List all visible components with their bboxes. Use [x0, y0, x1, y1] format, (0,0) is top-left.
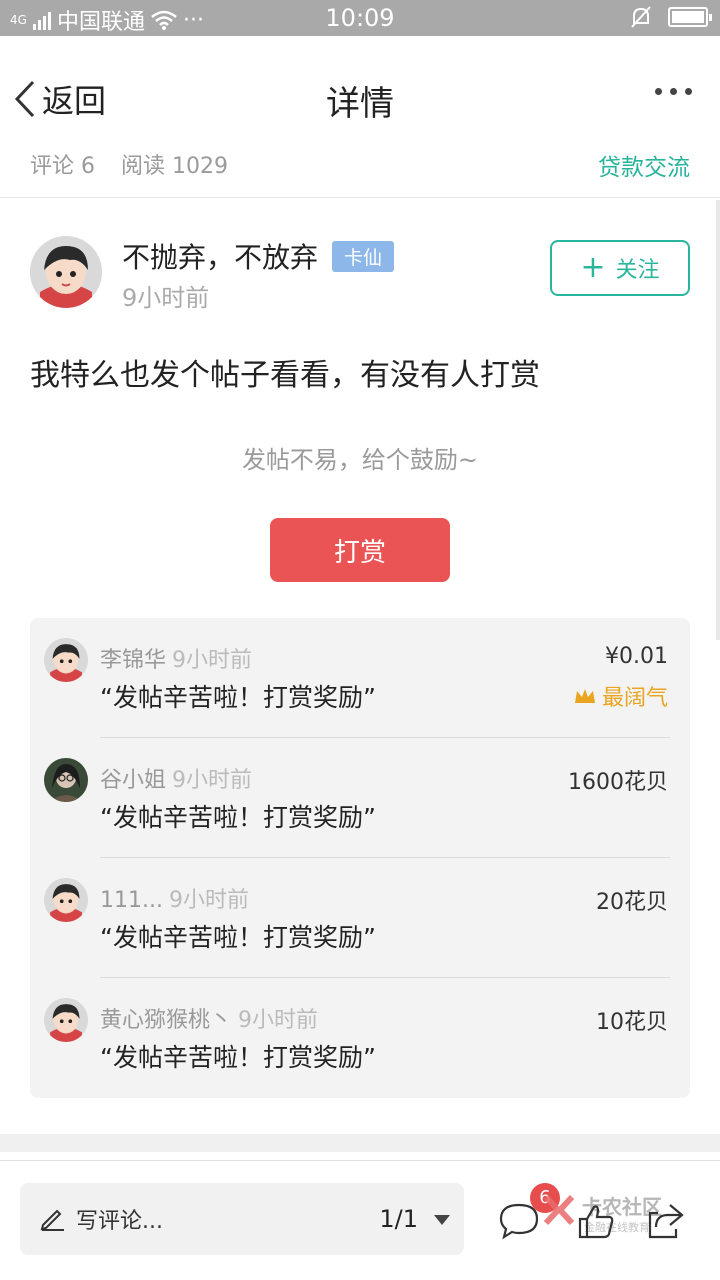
reward-item: 李锦华 9小时前 “发帖辛苦啦！打赏奖励” ¥0.01 最阔气 [30, 618, 690, 738]
reward-message: “发帖辛苦啦！打赏奖励” [100, 923, 376, 952]
cartoon-girl-avatar-icon [44, 638, 88, 682]
reward-user-name[interactable]: 111... [100, 888, 163, 913]
comment-count: 评论 6 [30, 154, 95, 179]
reward-hint: 发帖不易，给个鼓励~ [241, 446, 479, 474]
kanong-logo-icon [543, 1194, 575, 1226]
reward-user-name[interactable]: 黄心猕猴桃丶 [100, 1008, 232, 1033]
author-avatar[interactable] [30, 236, 102, 308]
section-divider [0, 1134, 720, 1152]
page-title: 详情 [326, 84, 394, 124]
pencil-icon [40, 1209, 64, 1231]
reward-time: 9小时前 [172, 648, 253, 673]
reward-message: “发帖辛苦啦！打赏奖励” [100, 1043, 376, 1072]
post-meta-bar: 评论 6 阅读 1029 贷款交流 [0, 146, 720, 198]
thumbs-up-icon[interactable] [576, 1201, 616, 1241]
crown-icon [574, 689, 595, 703]
reward-avatar[interactable] [44, 878, 88, 922]
reward-user-name[interactable]: 谷小姐 [100, 768, 166, 793]
reward-message: “发帖辛苦啦！打赏奖励” [100, 683, 376, 712]
reward-time: 9小时前 [238, 1008, 319, 1033]
photo-avatar-icon [44, 758, 88, 802]
reward-item: 111... 9小时前 “发帖辛苦啦！打赏奖励” 20花贝 [30, 858, 690, 978]
reward-avatar[interactable] [44, 998, 88, 1042]
bell-muted-icon [631, 6, 651, 28]
reward-avatar[interactable] [44, 638, 88, 682]
reward-item: 黄心猕猴桃丶 9小时前 “发帖辛苦啦！打赏奖励” 10花贝 [30, 978, 690, 1098]
cartoon-girl-avatar-icon [44, 998, 88, 1042]
author-header: 不抛弃，不放弃 卡仙 9小时前 + 关注 [30, 236, 690, 316]
plus-icon: + [580, 250, 606, 285]
nav-bar: 返回 详情 [0, 36, 720, 146]
share-icon[interactable] [646, 1201, 686, 1241]
reward-amount: 20花贝 [596, 890, 668, 915]
follow-label: 关注 [615, 258, 660, 283]
battery-icon [668, 7, 712, 27]
reward-button[interactable]: 打赏 [270, 518, 450, 582]
reward-amount: 1600花贝 [568, 770, 668, 795]
bottom-bar: 写评论... 1/1 6 卡农社区 金融在线教育 [0, 1160, 720, 1280]
reward-time: 9小时前 [172, 768, 253, 793]
reward-amount: ¥0.01 [605, 644, 668, 669]
more-options-icon[interactable] [655, 88, 692, 95]
reward-message: “发帖辛苦啦！打赏奖励” [100, 803, 376, 832]
reward-list: 李锦华 9小时前 “发帖辛苦啦！打赏奖励” ¥0.01 最阔气 谷小姐 9小时前 “… [30, 618, 690, 1098]
post-body: 我特么也发个帖子看看，有没有人打赏 [30, 358, 540, 393]
category-link[interactable]: 贷款交流 [598, 148, 690, 182]
author-name[interactable]: 不抛弃，不放弃 [122, 236, 318, 276]
reward-item: 谷小姐 9小时前 “发帖辛苦啦！打赏奖励” 1600花贝 [30, 738, 690, 858]
read-count: 阅读 1029 [121, 154, 228, 179]
author-level-badge: 卡仙 [332, 240, 395, 272]
top-reward-label: 最阔气 [601, 686, 668, 711]
caret-down-icon[interactable] [434, 1215, 450, 1225]
reward-amount: 10花贝 [596, 1010, 668, 1035]
comment-placeholder: 写评论... [76, 1209, 163, 1234]
status-bar: 4G 中国联通 ··· 10:09 [0, 0, 720, 36]
status-time: 10:09 [325, 4, 395, 32]
reward-avatar[interactable] [44, 758, 88, 802]
status-right [630, 5, 712, 29]
follow-button[interactable]: + 关注 [550, 240, 690, 296]
comment-input[interactable]: 写评论... 1/1 [20, 1183, 464, 1255]
cartoon-girl-avatar-icon [30, 236, 102, 308]
reward-time: 9小时前 [168, 888, 249, 913]
scrollbar[interactable] [716, 200, 720, 640]
reward-user-name[interactable]: 李锦华 [100, 648, 166, 673]
cartoon-girl-avatar-icon [44, 878, 88, 922]
page-indicator[interactable]: 1/1 [379, 1205, 418, 1233]
top-reward-badge: 最阔气 [574, 680, 668, 712]
post-time: 9小时前 [122, 284, 210, 312]
